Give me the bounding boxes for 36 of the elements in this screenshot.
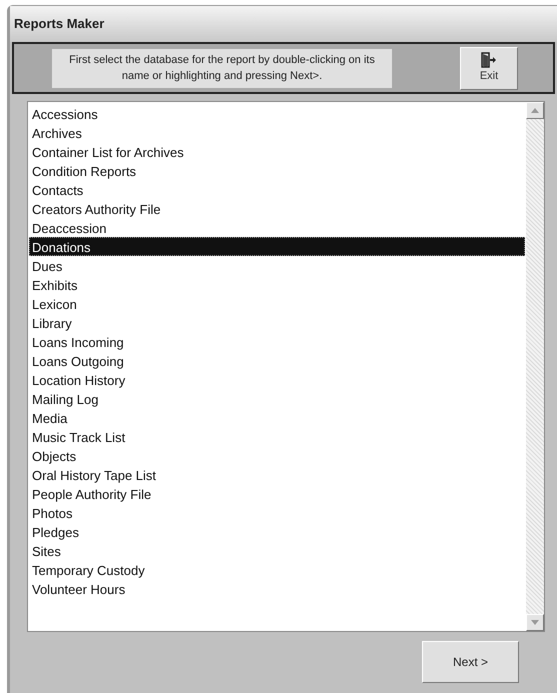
list-item[interactable]: People Authority File bbox=[29, 484, 525, 503]
list-item[interactable]: Volunteer Hours bbox=[29, 579, 525, 598]
list-item[interactable]: Condition Reports bbox=[29, 161, 525, 180]
list-item[interactable]: Lexicon bbox=[29, 294, 525, 313]
list-item[interactable]: Sites bbox=[29, 541, 525, 560]
list-item[interactable]: Accessions bbox=[29, 104, 525, 123]
exit-button[interactable]: Exit bbox=[460, 46, 518, 90]
list-item[interactable]: Location History bbox=[29, 370, 525, 389]
list-item[interactable]: Photos bbox=[29, 503, 525, 522]
door-exit-icon bbox=[481, 52, 497, 68]
next-button[interactable]: Next > bbox=[422, 641, 519, 683]
scrollbar[interactable] bbox=[526, 102, 544, 631]
list-item[interactable]: Pledges bbox=[29, 522, 525, 541]
list-item[interactable]: Donations bbox=[29, 237, 525, 256]
window-title: Reports Maker bbox=[14, 15, 104, 34]
scroll-down-button[interactable] bbox=[526, 614, 544, 631]
list-item[interactable]: Media bbox=[29, 408, 525, 427]
list-item[interactable]: Library bbox=[29, 313, 525, 332]
down-arrow-icon bbox=[531, 620, 539, 625]
list-item[interactable]: Deaccession bbox=[29, 218, 525, 237]
instructions-text: First select the database for the report by double-clicking on its name or highlighting and pressing Next>. bbox=[52, 48, 392, 88]
list-item[interactable]: Temporary Custody bbox=[29, 560, 525, 579]
list-item[interactable]: Loans Incoming bbox=[29, 332, 525, 351]
list-item[interactable]: Oral History Tape List bbox=[29, 465, 525, 484]
list-item[interactable]: Container List for Archives bbox=[29, 142, 525, 161]
list-item[interactable]: Dues bbox=[29, 256, 525, 275]
up-arrow-icon bbox=[531, 108, 539, 113]
list-item[interactable]: Exhibits bbox=[29, 275, 525, 294]
list-item[interactable]: Creators Authority File bbox=[29, 199, 525, 218]
list-item[interactable]: Objects bbox=[29, 446, 525, 465]
scroll-up-button[interactable] bbox=[526, 102, 544, 119]
list-item[interactable]: Music Track List bbox=[29, 427, 525, 446]
list-item[interactable]: Contacts bbox=[29, 180, 525, 199]
list-item[interactable]: Archives bbox=[29, 123, 525, 142]
list-item[interactable]: Loans Outgoing bbox=[29, 351, 525, 370]
list-item[interactable]: Mailing Log bbox=[29, 389, 525, 408]
